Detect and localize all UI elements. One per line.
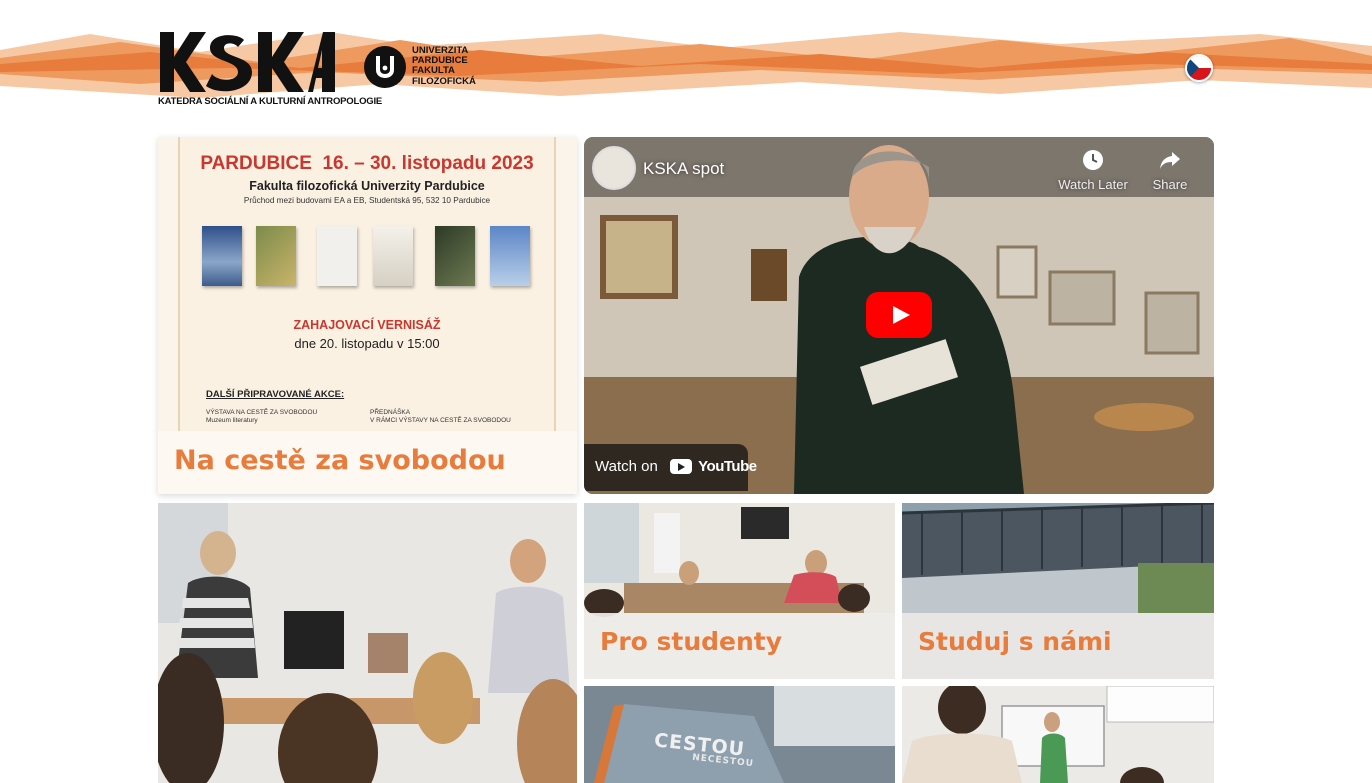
poster-address: Průchod mezi budovami EA a EB, Studentsk… [243,196,491,205]
watch-on-label: Watch on [595,458,658,475]
pro-studenty-tile[interactable]: Pro studenty [584,503,895,679]
studuj-s-nami-tile[interactable]: Studuj s námi [902,503,1214,679]
poster-more-events: DALŠÍ PŘIPRAVOVANÉ AKCE: [206,389,345,400]
university-emblem-icon [364,46,406,88]
youtube-logo-icon [669,459,692,474]
poster-subtitle: Fakulta filozofická Univerzity Pardubice [249,179,485,193]
watch-on-youtube-link[interactable]: Watch on YouTube [584,444,757,491]
kska-logo[interactable]: KATEDRA SOCIÁLNÍ A KULTURNÍ ANTROPOLOGIE [158,30,382,108]
poster-event-left: VÝSTAVA NA CESTĚ ZA SVOBODOU Muzeum lite… [206,409,318,424]
poster-image: PARDUBICE 16. – 30. listopadu 2023 Fakul… [178,137,556,433]
book-photo [584,686,895,783]
youtube-video-embed[interactable]: KSKA spot Watch Later Share Watch on You… [584,137,1214,494]
youtube-wordmark: YouTube [698,458,757,475]
book-cover-6 [490,226,530,286]
poster-event-right: PŘEDNÁŠKA V RÁMCI VÝSTAVY NA CESTĚ ZA SV… [370,409,511,424]
watch-later-label: Watch Later [1058,177,1128,192]
lecture-photo-tile[interactable] [902,686,1214,783]
poster-vernisaz: ZAHAJOVACÍ VERNISÁŽ [293,318,441,332]
logo-subtitle: KATEDRA SOCIÁLNÍ A KULTURNÍ ANTROPOLOGIE [158,96,383,107]
channel-avatar[interactable] [592,146,636,190]
book-cover-3 [317,226,357,286]
book-cover-4 [373,226,413,286]
site-header: KATEDRA SOCIÁLNÍ A KULTURNÍ ANTROPOLOGIE… [0,0,1372,120]
lecture-photo [902,686,1214,783]
share-button[interactable]: Share [1130,149,1210,192]
share-arrow-icon [1160,152,1180,169]
book-cover-2 [256,226,296,286]
university-line-4: FILOZOFICKÁ [412,75,476,87]
watch-later-button[interactable]: Watch Later [1053,149,1133,192]
book-cover-5 [435,226,475,286]
kska-logo-mark [160,32,335,92]
classroom-photo [158,503,577,783]
cestou-necestou-book-tile[interactable]: CESTOU NECESTOU [584,686,895,783]
share-label: Share [1152,177,1188,192]
poster-book-covers [202,226,538,288]
poster-vernisaz-date: dne 20. listopadu v 15:00 [294,336,440,351]
classroom-photo-tile[interactable] [158,503,577,783]
poster-title: PARDUBICE 16. – 30. listopadu 2023 [200,153,534,174]
clock-icon [1083,150,1103,170]
university-name: UNIVERZITA PARDUBICE FAKULTA FILOZOFICKÁ [412,45,476,87]
poster-tile-label: Na cestě za svobodou [158,431,577,494]
exhibition-poster-tile[interactable]: PARDUBICE 16. – 30. listopadu 2023 Fakul… [158,137,577,494]
book-cover-1 [202,226,242,286]
video-title[interactable]: KSKA spot [643,159,724,179]
czech-flag-icon[interactable] [1185,54,1213,82]
play-button-icon[interactable] [866,292,932,338]
university-logo[interactable]: UNIVERZITA PARDUBICE FAKULTA FILOZOFICKÁ [364,45,494,90]
studuj-s-nami-label: Studuj s námi [902,613,1214,679]
pro-studenty-label: Pro studenty [584,613,895,679]
